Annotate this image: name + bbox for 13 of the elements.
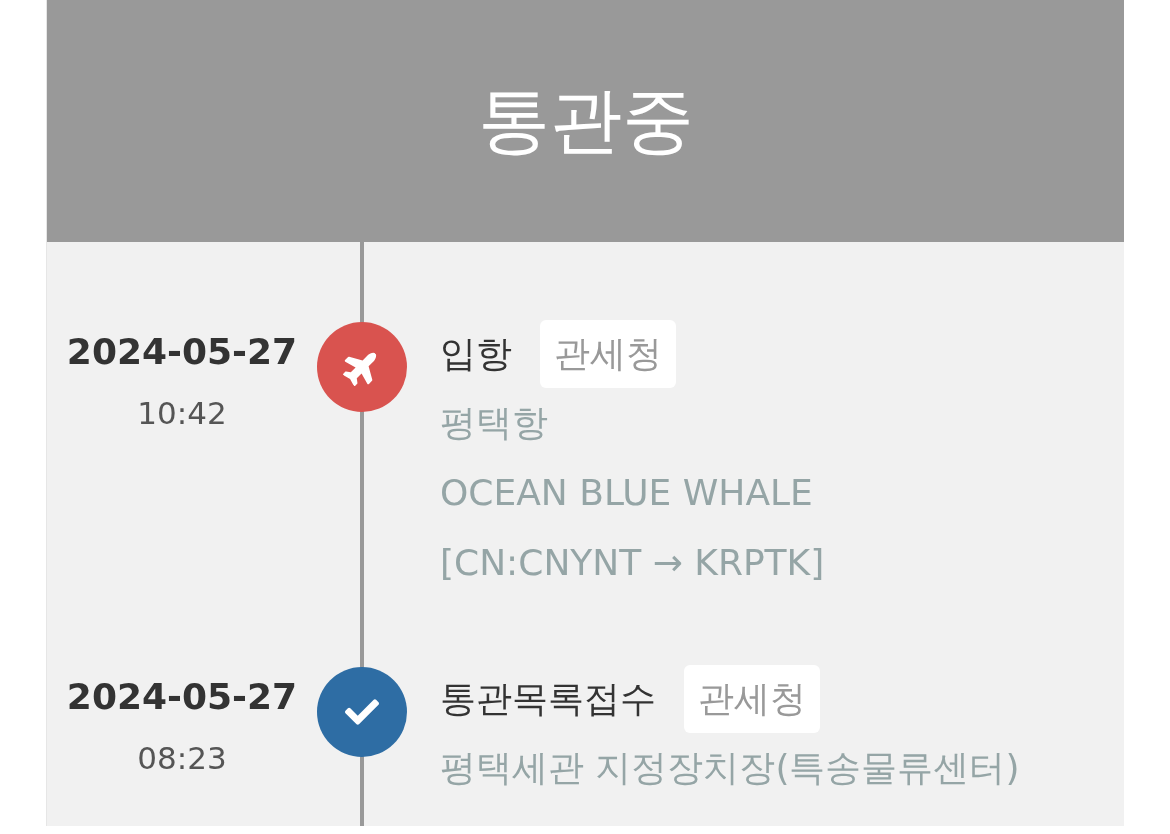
agency-tag: 관세청 — [540, 320, 676, 388]
status-title: 통관중 — [477, 81, 694, 161]
event-date: 2024-05-27 — [66, 675, 298, 719]
agency-tag: 관세청 — [684, 665, 820, 733]
event-detail: 평택세관 지정장치장(특송물류센터) — [440, 746, 1020, 790]
event-title: 통관목록접수 — [440, 676, 656, 721]
event-detail: [CN:CNYNT → KRPTK] — [440, 541, 825, 585]
event-time: 08:23 — [137, 739, 227, 778]
event-detail: 평택항 — [440, 401, 549, 445]
event-detail: OCEAN BLUE WHALE — [440, 471, 814, 515]
event-time: 10:42 — [137, 394, 227, 433]
event-date: 2024-05-27 — [66, 330, 298, 374]
event-title: 입항 — [440, 331, 512, 376]
